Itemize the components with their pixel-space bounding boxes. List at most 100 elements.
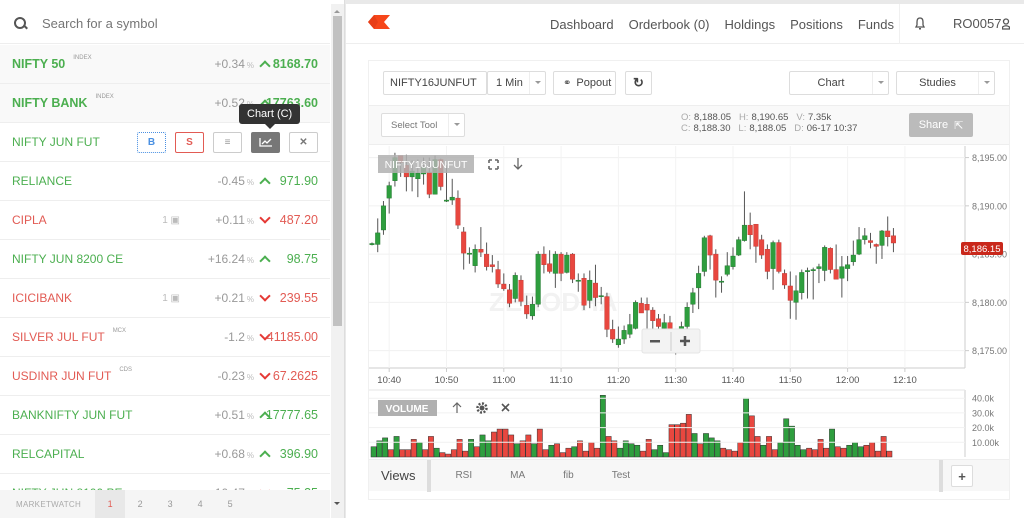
- chart-type-select[interactable]: Chart: [789, 71, 889, 95]
- briefcase-icon: ▣: [170, 292, 180, 304]
- nav-dashboard[interactable]: Dashboard: [550, 17, 614, 32]
- candle-up: [661, 322, 667, 329]
- view-tab-fib[interactable]: fib: [563, 470, 574, 481]
- popout-button[interactable]: ⚭ Popout: [553, 71, 616, 95]
- percent-sign: %: [246, 373, 254, 382]
- time-tick-label: 10:40: [377, 375, 401, 386]
- percent-sign: %: [246, 61, 254, 70]
- move-up-icon[interactable]: [452, 402, 462, 413]
- symbol-input[interactable]: NIFTY16JUNFUT: [383, 71, 487, 95]
- add-view-button[interactable]: +: [951, 465, 973, 487]
- watchlist-row[interactable]: NIFTY JUN 8100 PE-10.47%75.35: [0, 474, 330, 490]
- page-tab-1[interactable]: 1: [95, 490, 126, 518]
- candle-down: [833, 269, 839, 280]
- volume-bar-down: [840, 447, 847, 458]
- chart-symbol-label: NIFTY16JUNFUT: [385, 159, 468, 171]
- watchlist-row[interactable]: NIFTY JUN 8200 CE +16.24% 98.75: [0, 240, 330, 279]
- page-tab-4[interactable]: 4: [185, 490, 215, 518]
- volume-bar-up: [531, 443, 537, 458]
- share-button[interactable]: Share ⇱: [909, 113, 973, 137]
- price-chart[interactable]: ZERODHA 8,195.008,190.008,185.008,180.00…: [369, 146, 1009, 459]
- chevron-down-icon: [529, 72, 545, 94]
- volume-bar-down: [519, 440, 526, 458]
- watchlist-row[interactable]: NIFTY 50 INDEX +0.34% 8168.70: [0, 45, 330, 84]
- arrow-up-icon: [260, 176, 270, 186]
- last-price: 396.90: [279, 447, 318, 461]
- page-tab-5[interactable]: 5: [215, 490, 245, 518]
- fullscreen-icon[interactable]: [488, 159, 499, 170]
- view-tab-test[interactable]: Test: [612, 470, 630, 481]
- studies-select[interactable]: Studies: [896, 71, 995, 95]
- refresh-button[interactable]: ↻: [625, 71, 652, 95]
- sidebar-scrollbar[interactable]: [331, 4, 344, 518]
- watchlist-row[interactable]: RELIANCE -0.45% 971.90: [0, 162, 330, 201]
- buy-button[interactable]: B: [137, 131, 166, 153]
- volume-bar-down: [726, 449, 732, 458]
- candle-down: [592, 282, 598, 298]
- change-value: -0.45: [217, 174, 245, 188]
- volume-bar-up: [479, 434, 486, 458]
- candle-up: [793, 290, 799, 303]
- view-tab-ma[interactable]: MA: [510, 470, 525, 481]
- search-input[interactable]: [42, 16, 302, 31]
- watchlist-row[interactable]: NIFTY JUN FUT B S ≡ ✕: [0, 123, 330, 162]
- last-price: 971.90: [279, 174, 318, 188]
- candle-up: [804, 270, 810, 272]
- exchange-tag: INDEX: [73, 55, 92, 61]
- user-icon[interactable]: [1002, 18, 1010, 30]
- volume-bar-up: [416, 442, 423, 458]
- volume-bar-down: [823, 447, 830, 458]
- chart-panel: NIFTY16JUNFUT 1 Min ⚭ Popout ↻ Chart Stud…: [368, 60, 1010, 500]
- scroll-down-arrow-icon[interactable]: [334, 502, 340, 508]
- search-bar[interactable]: [0, 4, 330, 44]
- volume-bar-down: [462, 450, 469, 458]
- kite-logo-icon[interactable]: [368, 15, 390, 29]
- bell-icon[interactable]: [915, 17, 925, 30]
- market-depth-button[interactable]: ≡: [213, 131, 242, 153]
- remove-button[interactable]: ✕: [289, 131, 318, 153]
- settings-gear-icon[interactable]: [476, 402, 488, 414]
- view-tab-rsi[interactable]: RSI: [455, 470, 472, 481]
- download-arrow-icon[interactable]: [513, 158, 523, 170]
- exchange-tag: MCX: [112, 328, 127, 334]
- candle-up: [730, 255, 736, 267]
- watchlist-row[interactable]: USDINR JUN FUT CDS -0.23% 67.2625: [0, 357, 330, 396]
- candle-down: [787, 285, 793, 301]
- user-id[interactable]: RO0057: [953, 16, 1001, 31]
- close-study-icon[interactable]: [501, 403, 510, 412]
- volume-bar-down: [559, 452, 566, 458]
- candle-down: [558, 253, 564, 274]
- chart-type-value: Chart: [817, 77, 845, 89]
- change-percent: +16.24%: [208, 252, 254, 266]
- page-tab-3[interactable]: 3: [155, 490, 185, 518]
- nav-orderbook[interactable]: Orderbook (0): [629, 17, 710, 32]
- watchlist-row[interactable]: RELCAPITAL +0.68% 396.90: [0, 435, 330, 474]
- candle-up: [879, 230, 885, 246]
- zoom-out-icon[interactable]: [650, 340, 660, 343]
- nav-holdings[interactable]: Holdings: [725, 17, 776, 32]
- holdings-qty: 1: [162, 214, 168, 226]
- scroll-up-arrow-icon[interactable]: [334, 7, 340, 13]
- select-tool-dropdown[interactable]: Select Tool: [381, 113, 465, 137]
- percent-sign: %: [246, 217, 254, 226]
- volume-tick-label: 20.0k: [972, 423, 995, 433]
- time-tick-label: 12:10: [893, 375, 917, 386]
- watchlist-row[interactable]: SILVER JUL FUT MCX -1.2% 41185.00: [0, 318, 330, 357]
- watchlist-row[interactable]: CIPLA 1 ▣ +0.11% 487.20: [0, 201, 330, 240]
- candle-up: [472, 249, 478, 266]
- scrollbar-thumb[interactable]: [333, 16, 342, 326]
- watchlist-row[interactable]: BANKNIFTY JUN FUT +0.51% 17777.65: [0, 396, 330, 435]
- candle-up: [839, 266, 845, 279]
- nav-positions[interactable]: Positions: [790, 17, 843, 32]
- views-bar: Views RSI MA fib Test +: [369, 459, 1009, 492]
- candle-up: [741, 224, 747, 241]
- candle-up: [369, 243, 375, 245]
- interval-select[interactable]: 1 Min: [487, 71, 546, 95]
- page-tab-2[interactable]: 2: [125, 490, 155, 518]
- sell-button[interactable]: S: [175, 131, 204, 153]
- holdings-count: 1 ▣: [162, 215, 180, 226]
- marketwatch-label: MARKETWATCH: [16, 499, 82, 509]
- nav-funds[interactable]: Funds: [858, 17, 894, 32]
- chart-button[interactable]: [251, 131, 280, 153]
- watchlist-row[interactable]: ICICIBANK 1 ▣ +0.21% 239.55: [0, 279, 330, 318]
